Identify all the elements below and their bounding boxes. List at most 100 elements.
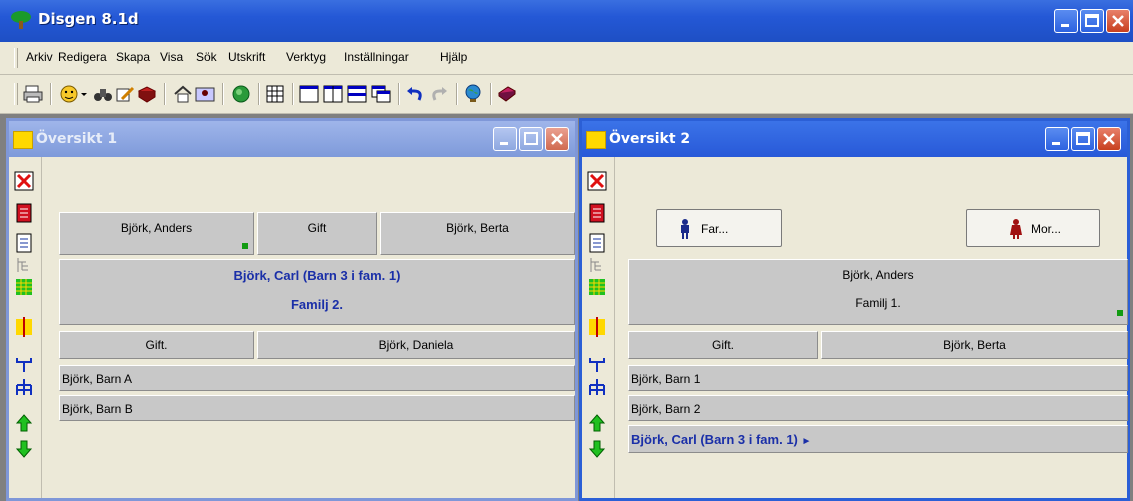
focus-family-label: Familj 1.	[855, 296, 901, 310]
spouse-name: Björk, Berta	[943, 338, 1006, 352]
menu-utskrift[interactable]: Utskrift	[228, 50, 265, 64]
binoculars-icon[interactable]	[92, 83, 114, 105]
focus-person-box[interactable]: Björk, Carl (Barn 3 i fam. 1) Familj 2.	[59, 259, 575, 325]
tile-horizontal-icon[interactable]	[346, 83, 368, 105]
overview-1-title: Översikt 1	[36, 131, 118, 147]
minimize-button[interactable]	[1054, 9, 1078, 33]
selected-child-text: Björk, Carl (Barn 3 i fam. 1)	[631, 432, 798, 447]
single-window-icon[interactable]	[298, 83, 320, 105]
calendar-icon[interactable]	[264, 83, 286, 105]
arrow-up-icon[interactable]	[587, 413, 607, 433]
child-name: Björk, Barn 1	[631, 372, 701, 386]
child-row[interactable]: Björk, Barn 1	[628, 365, 1128, 391]
overview-1-maximize-button[interactable]	[519, 127, 543, 151]
delete-icon[interactable]	[14, 171, 34, 191]
focus-person-box[interactable]: Björk, Anders Familj 1.	[628, 259, 1128, 325]
maximize-button[interactable]	[1080, 9, 1104, 33]
book-icon[interactable]	[136, 83, 158, 105]
outline-icon[interactable]	[14, 255, 34, 275]
grid-icon	[13, 131, 33, 149]
descendant-tree-icon[interactable]	[14, 355, 34, 375]
toolbar-separator	[258, 83, 260, 105]
menu-sok[interactable]: Sök	[196, 50, 217, 64]
mor-button[interactable]: Mor...	[966, 209, 1100, 247]
parent2-name: Björk, Berta	[446, 221, 509, 235]
title-bar: Disgen 8.1d	[0, 0, 1133, 42]
menu-visa[interactable]: Visa	[160, 50, 183, 64]
focus-person-name: Björk, Anders	[842, 268, 914, 282]
dropdown-arrow-icon[interactable]	[80, 83, 88, 105]
toolbar-grip	[14, 83, 18, 105]
person-face-icon[interactable]	[58, 83, 80, 105]
family-tree-icon[interactable]	[230, 83, 252, 105]
tile-vertical-icon[interactable]	[322, 83, 344, 105]
status-indicator	[1117, 310, 1123, 316]
tree-icon	[10, 10, 32, 30]
child-row[interactable]: Björk, Barn A	[59, 365, 575, 391]
toolbar-separator	[490, 83, 492, 105]
woman-icon	[1009, 219, 1023, 242]
ancestor-tree-icon[interactable]	[587, 377, 607, 397]
overview-1-close-button[interactable]	[545, 127, 569, 151]
menu-grip	[14, 48, 18, 68]
help-book-icon[interactable]	[496, 83, 518, 105]
menu-installningar[interactable]: Inställningar	[344, 50, 409, 64]
grid-view-icon[interactable]	[587, 277, 607, 297]
grid-view-icon[interactable]	[14, 277, 34, 297]
globe-icon[interactable]	[462, 83, 484, 105]
parent1-box[interactable]: Björk, Anders	[59, 212, 254, 255]
overview-2-close-button[interactable]	[1097, 127, 1121, 151]
spouse-relation-box: Gift.	[59, 331, 254, 359]
print-icon[interactable]	[22, 83, 44, 105]
arrow-down-icon[interactable]	[14, 439, 34, 459]
focus-family-label: Familj 2.	[290, 297, 344, 312]
selected-child-name: Björk, Carl (Barn 3 i fam. 1) ►	[631, 432, 811, 447]
menu-hjalp[interactable]: Hjälp	[440, 50, 467, 64]
home-icon[interactable]	[172, 83, 194, 105]
timeline-icon[interactable]	[587, 317, 607, 337]
toolbar-separator	[456, 83, 458, 105]
arrow-up-icon[interactable]	[14, 413, 34, 433]
menu-skapa[interactable]: Skapa	[116, 50, 150, 64]
toolbar-separator	[50, 83, 52, 105]
spouse-relation-label: Gift.	[145, 338, 168, 352]
edit-note-icon[interactable]	[114, 83, 136, 105]
far-button[interactable]: Far...	[656, 209, 782, 247]
cascade-icon[interactable]	[370, 83, 392, 105]
document-icon[interactable]	[14, 233, 34, 253]
arrow-down-icon[interactable]	[587, 439, 607, 459]
overview-2-maximize-button[interactable]	[1071, 127, 1095, 151]
focus-person-name: Björk, Carl (Barn 3 i fam. 1)	[233, 268, 401, 283]
relation-label: Gift	[307, 221, 327, 235]
overview-1-minimize-button[interactable]	[493, 127, 517, 151]
menu-arkiv[interactable]: Arkiv	[26, 50, 53, 64]
status-indicator	[242, 243, 248, 249]
overview-2-minimize-button[interactable]	[1045, 127, 1069, 151]
overview-1-title-bar: Översikt 1	[9, 121, 575, 157]
overview-window-1: Översikt 1 Björk, Anders Gift Björk, Ber…	[6, 118, 578, 501]
delete-icon[interactable]	[587, 171, 607, 191]
ancestor-tree-icon[interactable]	[14, 377, 34, 397]
red-document-icon[interactable]	[14, 203, 34, 223]
redo-icon[interactable]	[428, 83, 450, 105]
timeline-icon[interactable]	[14, 317, 34, 337]
person-card-icon[interactable]	[194, 83, 216, 105]
menu-verktyg[interactable]: Verktyg	[286, 50, 326, 64]
selected-child-row[interactable]: Björk, Carl (Barn 3 i fam. 1) ►	[628, 425, 1128, 453]
man-icon	[679, 219, 691, 242]
child-row[interactable]: Björk, Barn 2	[628, 395, 1128, 421]
document-icon[interactable]	[587, 233, 607, 253]
descendant-tree-icon[interactable]	[587, 355, 607, 375]
menu-redigera[interactable]: Redigera	[58, 50, 107, 64]
red-document-icon[interactable]	[587, 203, 607, 223]
outline-icon[interactable]	[587, 255, 607, 275]
toolbar	[0, 75, 1133, 114]
parent2-box[interactable]: Björk, Berta	[380, 212, 575, 255]
close-button[interactable]	[1106, 9, 1130, 33]
spouse-name: Björk, Daniela	[378, 338, 454, 352]
spouse-box[interactable]: Björk, Berta	[821, 331, 1128, 359]
child-row[interactable]: Björk, Barn B	[59, 395, 575, 421]
menu-bar: Arkiv Redigera Skapa Visa Sök Utskrift V…	[0, 42, 1133, 75]
spouse-box[interactable]: Björk, Daniela	[257, 331, 575, 359]
undo-icon[interactable]	[404, 83, 426, 105]
